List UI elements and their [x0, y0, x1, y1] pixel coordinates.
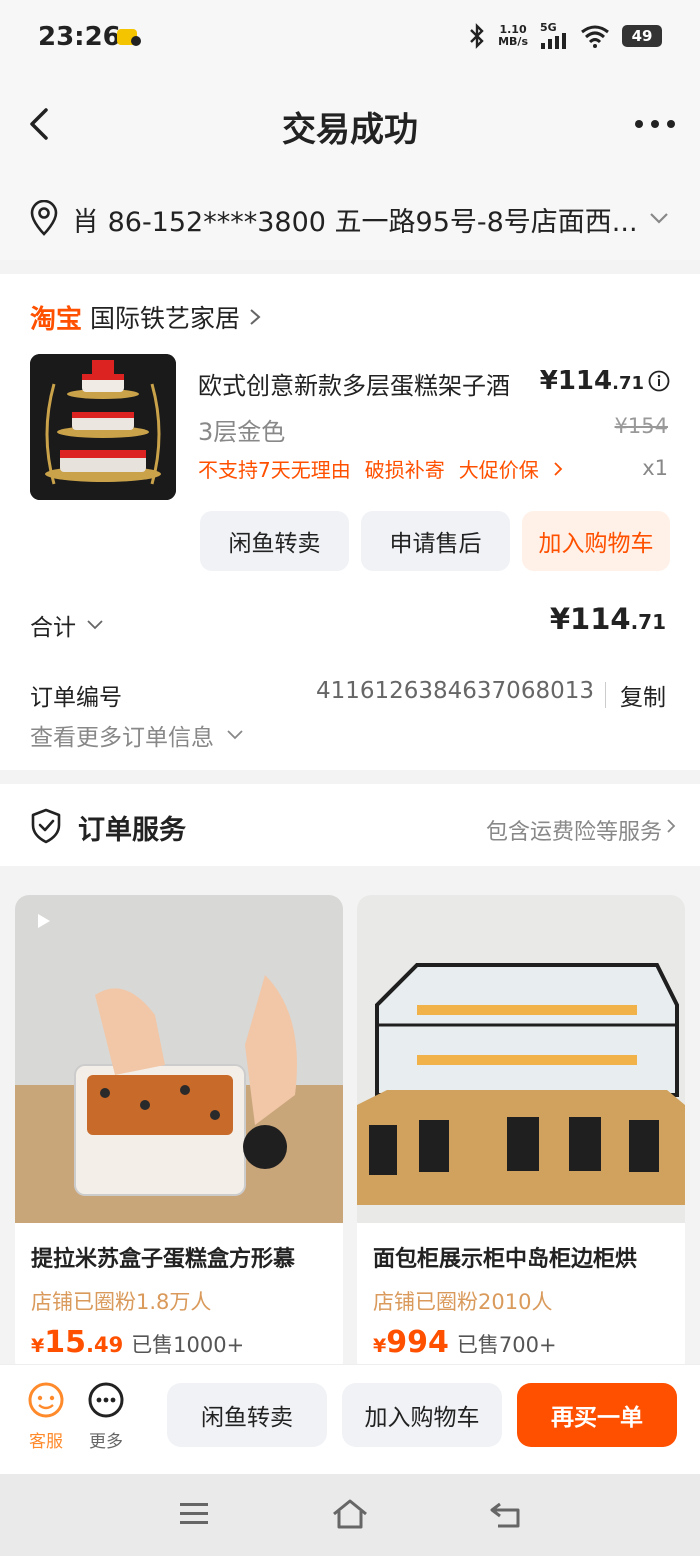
back-nav-icon[interactable] — [486, 1496, 526, 1532]
product-title[interactable]: 欧式创意新款多层蛋糕架子酒 — [198, 366, 543, 401]
price-row: ¥994 已售700+ — [373, 1325, 557, 1360]
order-service-row[interactable]: 订单服务 包含运费险等服务 — [0, 784, 700, 866]
order-number-row: 订单编号 4116126384637068013 复制 — [30, 678, 670, 712]
more-order-info-link[interactable]: 查看更多订单信息 — [30, 718, 244, 752]
product-quantity: x1 — [642, 456, 668, 480]
product-price: ¥114.71 — [539, 366, 644, 396]
service-tags[interactable]: 不支持7天无理由 破损补寄 大促价保 — [198, 454, 563, 483]
chevron-down-icon — [87, 620, 103, 630]
system-nav-bar — [0, 1474, 700, 1556]
shop-followers: 店铺已圈粉1.8万人 — [31, 1290, 212, 1314]
customer-service-button[interactable]: 客服 — [24, 1381, 68, 1452]
nav-bar: 交易成功 — [0, 76, 700, 176]
chevron-right-icon — [667, 819, 676, 833]
more-order-info-label: 查看更多订单信息 — [30, 725, 214, 751]
cake-stand-illustration — [30, 354, 176, 500]
address-text: 肖 86-152****3800 五一路95号-8号店面西... — [72, 207, 638, 238]
shop-name: 国际铁艺家居 — [90, 304, 241, 333]
chevron-down-icon — [650, 213, 668, 224]
status-indicators: 1.10 MB/s 5G 49 — [468, 22, 662, 49]
tag-damage-resend: 破损补寄 — [364, 458, 445, 482]
copy-button[interactable]: 复制 — [620, 678, 666, 712]
original-price: ¥154 — [614, 414, 668, 438]
total-row[interactable]: 合计 ¥114.71 — [30, 602, 670, 648]
battery-indicator: 49 — [622, 24, 662, 47]
divider — [605, 682, 606, 708]
wifi-icon — [581, 25, 609, 48]
more-circle-icon — [88, 1382, 124, 1418]
customer-service-label: 客服 — [29, 1432, 63, 1452]
customer-service-icon — [28, 1382, 64, 1418]
video-play-icon — [38, 914, 50, 928]
chevron-right-icon — [554, 461, 563, 476]
more-label: 更多 — [89, 1432, 123, 1452]
menu-icon[interactable] — [174, 1496, 214, 1532]
status-bar: 23:26 1.10 MB/s 5G 49 — [0, 0, 700, 76]
notification-app-icon — [117, 29, 141, 46]
recommendation-card[interactable]: 提拉米苏盒子蛋糕盒方形慕 店铺已圈粉1.8万人 ¥15.49 已售1000+ — [15, 895, 343, 1375]
order-service-desc: 包含运费险等服务 — [485, 820, 662, 845]
status-time: 23:26 — [38, 22, 121, 52]
tag-price-protect: 大促价保 — [458, 458, 539, 482]
shop-row[interactable]: 淘宝 国际铁艺家居 — [30, 300, 262, 335]
bottom-action-bar: 客服 更多 闲鱼转卖 加入购物车 再买一单 — [0, 1364, 700, 1474]
chevron-down-icon — [227, 730, 243, 740]
product-image — [357, 895, 685, 1223]
resell-button[interactable]: 闲鱼转卖 — [200, 511, 349, 571]
order-card: 淘宝 国际铁艺家居 欧式创意新款多层蛋糕架子酒 ¥114.71 3层金色 ¥15… — [0, 274, 700, 770]
resell-button[interactable]: 闲鱼转卖 — [167, 1383, 327, 1447]
recommendation-title: 提拉米苏盒子蛋糕盒方形慕 — [31, 1247, 296, 1272]
recommendation-price: ¥994 — [373, 1325, 449, 1360]
add-to-cart-button[interactable]: 加入购物车 — [342, 1383, 502, 1447]
sold-count: 已售1000+ — [131, 1333, 245, 1357]
more-actions-button[interactable]: 更多 — [84, 1381, 128, 1452]
platform-logo: 淘宝 — [30, 304, 83, 335]
location-pin-icon — [30, 200, 58, 236]
product-image — [15, 895, 343, 1223]
recommendation-card[interactable]: 面包柜展示柜中岛柜边柜烘 店铺已圈粉2010人 ¥994 已售700+ — [357, 895, 685, 1375]
order-number-value: 4116126384637068013 — [315, 678, 594, 704]
signal-indicator: 5G — [540, 22, 568, 49]
sold-count: 已售700+ — [456, 1333, 557, 1357]
shield-check-icon — [31, 808, 61, 844]
shop-followers: 店铺已圈粉2010人 — [373, 1290, 553, 1314]
home-icon[interactable] — [330, 1496, 370, 1532]
chevron-right-icon — [250, 309, 261, 325]
price-row: ¥15.49 已售1000+ — [31, 1325, 244, 1360]
recommendation-price: ¥15.49 — [31, 1325, 124, 1360]
more-icon[interactable] — [632, 106, 678, 142]
recommendation-title: 面包柜展示柜中岛柜边柜烘 — [373, 1247, 638, 1272]
total-value: ¥114.71 — [549, 602, 666, 636]
net-speed: 1.10 MB/s — [498, 22, 528, 48]
signal-icon — [541, 33, 566, 49]
info-icon[interactable] — [648, 370, 670, 392]
order-number-label: 订单编号 — [30, 685, 122, 711]
order-service-title: 订单服务 — [78, 815, 186, 846]
address-row[interactable]: 肖 86-152****3800 五一路95号-8号店面西... — [0, 176, 700, 260]
tag-no-return: 不支持7天无理由 — [198, 458, 351, 482]
page-title: 交易成功 — [282, 110, 418, 150]
bluetooth-icon — [470, 22, 484, 49]
after-sale-button[interactable]: 申请售后 — [361, 511, 510, 571]
total-label: 合计 — [30, 615, 76, 641]
product-image[interactable] — [30, 354, 176, 500]
buy-again-button[interactable]: 再买一单 — [517, 1383, 677, 1447]
add-to-cart-button[interactable]: 加入购物车 — [522, 511, 670, 571]
product-variant: 3层金色 — [198, 418, 286, 446]
